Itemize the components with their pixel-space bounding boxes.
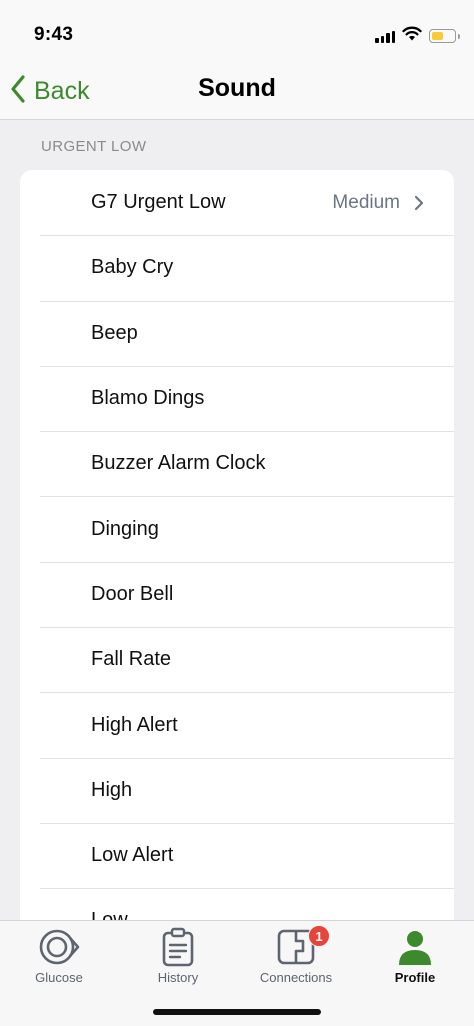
notification-badge: 1: [308, 925, 330, 947]
profile-icon: [397, 925, 433, 969]
status-time: 9:43: [34, 24, 74, 45]
list-item-label: Low: [91, 909, 424, 920]
section-header: URGENT LOW: [41, 138, 147, 155]
list-item-label: Door Bell: [91, 582, 174, 605]
connections-icon: 1: [276, 925, 330, 969]
list-item[interactable]: Baby Cry: [20, 235, 454, 300]
tab-profile[interactable]: Profile: [356, 925, 474, 991]
chevron-right-icon: [414, 195, 424, 211]
tab-label: Connections: [259, 970, 333, 985]
history-icon: [161, 925, 195, 969]
list-item-label: Low Alert: [91, 844, 174, 867]
list-item-label: Beep: [91, 321, 138, 344]
tab-label: Profile: [394, 970, 436, 985]
cellular-signal-icon: [375, 29, 395, 43]
status-bar: 9:43: [0, 0, 474, 62]
list-item-value: Medium: [332, 191, 400, 213]
screen: 9:43 Back Sound URGENT LOW G7 Urgent Low…: [0, 0, 474, 1026]
tab-history[interactable]: History: [119, 925, 237, 991]
page-title: Sound: [198, 74, 276, 102]
list-item[interactable]: High: [20, 757, 454, 823]
list-item-label: Dinging: [91, 517, 159, 540]
list-item-g7-urgent-low[interactable]: G7 Urgent Low Medium: [20, 170, 454, 235]
list-item-label: Blamo Dings: [91, 387, 205, 410]
list-item[interactable]: Fall Rate: [20, 627, 454, 692]
list-item[interactable]: Low: [20, 888, 454, 920]
list-item[interactable]: Dinging: [20, 496, 454, 561]
tab-label: Glucose: [35, 970, 83, 985]
list-item[interactable]: Low Alert: [20, 822, 454, 888]
home-indicator: [153, 1009, 321, 1015]
list-item-label: High Alert: [91, 713, 178, 736]
list-item-label: G7 Urgent Low: [91, 191, 226, 214]
list-item-label: Baby Cry: [91, 256, 174, 279]
list-item[interactable]: Door Bell: [20, 561, 454, 627]
tab-glucose[interactable]: Glucose: [0, 925, 118, 991]
glucose-icon: [37, 925, 81, 969]
navigation-bar: Back Sound: [0, 62, 474, 120]
list-item[interactable]: Buzzer Alarm Clock: [20, 431, 454, 496]
content-area: URGENT LOW G7 Urgent Low Medium Baby Cry…: [0, 121, 474, 920]
wifi-icon: [402, 26, 422, 46]
status-icons: [375, 26, 460, 46]
list-item-label: Fall Rate: [91, 648, 172, 671]
list-item-label: Buzzer Alarm Clock: [91, 452, 266, 475]
tab-connections[interactable]: 1 Connections: [237, 925, 355, 991]
list-item[interactable]: Blamo Dings: [20, 365, 454, 431]
battery-icon: [429, 29, 460, 43]
tab-label: History: [157, 970, 199, 985]
list-item[interactable]: Beep: [20, 300, 454, 366]
list-item-label: High: [91, 778, 133, 801]
sound-list: G7 Urgent Low Medium Baby Cry Beep Blamo…: [20, 170, 454, 920]
list-item[interactable]: High Alert: [20, 692, 454, 757]
